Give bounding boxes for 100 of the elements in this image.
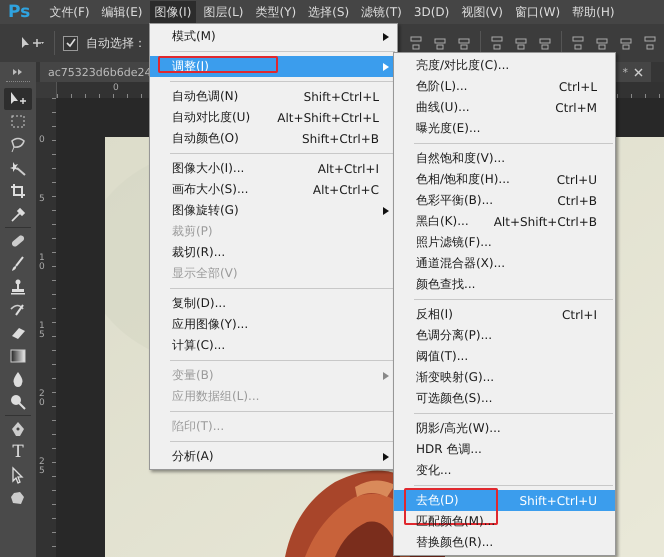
menu-label: 裁切(R)... — [172, 244, 226, 261]
menu-item[interactable]: 色调分离(P)... — [394, 325, 615, 346]
tool-button[interactable] — [4, 88, 32, 110]
app-logo: Ps — [7, 2, 32, 22]
checkbox[interactable] — [63, 36, 78, 50]
ruler-label: 10 — [39, 254, 46, 272]
menu-item[interactable]: 色阶(L)... Ctrl+L — [394, 76, 615, 97]
menu-label: 阴影/高光(W)... — [416, 420, 501, 437]
shortcut-text: Shift+Ctrl+L — [304, 90, 379, 104]
menu-bar-item[interactable]: 3D(D) — [408, 2, 454, 22]
menu-label: 画布大小(S)... — [172, 181, 248, 198]
menu-item[interactable]: 曲线(U)... Ctrl+M — [394, 97, 615, 118]
align-icon[interactable] — [642, 35, 658, 51]
menu-label: 图像大小(I)... — [172, 160, 244, 177]
gradient-icon — [8, 347, 28, 365]
menu-bar-item[interactable]: 滤镜(T) — [356, 0, 407, 24]
shortcut-text: Ctrl+I — [562, 308, 597, 322]
menu-bar-item[interactable]: 帮助(H) — [567, 0, 620, 24]
menu-bar-item[interactable]: 编辑(E) — [96, 0, 148, 24]
menu-label: 裁剪(P) — [172, 223, 213, 240]
menu-label: 曲线(U)... — [416, 99, 470, 116]
menu-label: 变量(B) — [172, 367, 214, 384]
menu-bar-item[interactable]: 文件(F) — [44, 0, 95, 24]
menu-item[interactable]: 图像大小(I)... Alt+Ctrl+I — [150, 158, 397, 179]
menu-item[interactable]: 亮度/对比度(C)... — [394, 55, 615, 76]
menu-label: 显示全部(V) — [172, 265, 238, 282]
menu-bar-item[interactable]: 图层(L) — [198, 0, 248, 24]
close-icon[interactable] — [634, 68, 643, 76]
menu-label: HDR 色调... — [416, 441, 482, 458]
menu-bar-item[interactable]: 窗口(W) — [510, 0, 566, 24]
menu-label: 自然饱和度(V)... — [416, 150, 506, 167]
move-tool-icon[interactable] — [20, 36, 46, 50]
shortcut-text: Alt+Shift+Ctrl+L — [277, 110, 379, 124]
align-icon[interactable] — [570, 35, 586, 51]
ruler-label: 5 — [39, 195, 46, 204]
menu-item[interactable]: 阈值(T)... — [394, 346, 615, 367]
menu-label: 黑白(K)... — [416, 213, 469, 230]
collapse-icon[interactable] — [12, 68, 24, 76]
shortcut-text: Alt+Ctrl+C — [312, 182, 379, 196]
ruler-label: 15 — [39, 322, 46, 340]
shortcut-text: Ctrl+U — [556, 172, 597, 186]
menu-bar-item[interactable]: 类型(Y) — [250, 0, 302, 24]
menu-label: 色阶(L)... — [416, 78, 468, 95]
tab-title: ac75323d6b6de24 — [48, 66, 152, 78]
menu-item[interactable]: 替换颜色(R)... — [394, 532, 615, 553]
menu-item[interactable]: 通道混合器(X)... — [394, 253, 615, 274]
menu-label: 分析(A) — [172, 448, 214, 465]
menu-item[interactable]: 曝光度(E)... — [394, 118, 615, 139]
shortcut-text: Ctrl+M — [555, 100, 597, 114]
shortcut-text: Ctrl+L — [558, 80, 597, 94]
menu-item[interactable]: 自然饱和度(V)... — [394, 148, 615, 169]
menu-label: 图像旋转(G) — [172, 202, 239, 219]
menu-label: 通道混合器(X)... — [416, 255, 506, 272]
menu-item[interactable]: 裁切(R)... — [150, 242, 397, 263]
align-icon[interactable] — [408, 35, 424, 51]
menu-item[interactable]: 阴影/高光(W)... — [394, 418, 615, 439]
menu-item[interactable]: 黑白(K)... Alt+Shift+Ctrl+B — [394, 211, 615, 232]
menu-label: 应用图像(Y)... — [172, 316, 248, 333]
menu-item[interactable]: 自动对比度(U) Alt+Shift+Ctrl+L — [150, 107, 397, 128]
menu-item[interactable]: 色彩平衡(B)... Ctrl+B — [394, 190, 615, 211]
tab-mark: * — [622, 66, 628, 78]
menu-bar-item[interactable]: 选择(S) — [303, 0, 354, 24]
lasso-icon — [8, 136, 28, 154]
menu-item[interactable]: 模式(M) — [150, 26, 397, 47]
menu-label: 自动色调(N) — [172, 88, 238, 105]
menu-label: 反相(I) — [416, 306, 453, 323]
menu-item[interactable]: 可选颜色(S)... — [394, 388, 615, 409]
menu-item[interactable]: 应用图像(Y)... — [150, 314, 397, 335]
tool-button[interactable]: T — [4, 441, 32, 463]
menu-item[interactable]: 分析(A) — [150, 446, 397, 467]
menu-label: 应用数据组(L)... — [172, 388, 260, 405]
menu-item[interactable]: 自动颜色(O) Shift+Ctrl+B — [150, 128, 397, 149]
crop-icon — [8, 182, 28, 200]
menu-item[interactable]: 计算(C)... — [150, 335, 397, 356]
ruler-label: 25 — [39, 458, 46, 476]
menu-item[interactable]: 图像旋转(G) — [150, 200, 397, 221]
menu-bar-item[interactable]: 视图(V) — [456, 0, 508, 24]
menu-item[interactable]: 照片滤镜(F)... — [394, 232, 615, 253]
menu-item[interactable]: 画布大小(S)... Alt+Ctrl+C — [150, 179, 397, 200]
menu-bar-item[interactable]: 图像(I) — [150, 0, 196, 24]
menu-item[interactable]: 变化... — [394, 460, 615, 481]
shortcut-text: Alt+Ctrl+I — [318, 162, 379, 176]
menu-label: 模式(M) — [172, 28, 216, 45]
menu-label: 阈值(T)... — [416, 348, 468, 365]
menu-label: 计算(C)... — [172, 337, 226, 354]
stamp-icon — [8, 278, 28, 296]
menu-label: 自动对比度(U) — [172, 109, 250, 126]
menu-item[interactable]: 颜色查找... — [394, 274, 615, 295]
menu-item[interactable]: 色相/饱和度(H)... Ctrl+U — [394, 169, 615, 190]
menu-label: 复制(D)... — [172, 295, 226, 312]
shortcut-text: Ctrl+B — [557, 194, 597, 208]
align-icon[interactable] — [489, 35, 505, 51]
menu-item[interactable]: 渐变映射(G)... — [394, 367, 615, 388]
menu-label: 照片滤镜(F)... — [416, 234, 492, 251]
menu-item[interactable]: 自动色调(N) Shift+Ctrl+L — [150, 86, 397, 107]
menu-item[interactable]: 反相(I) Ctrl+I — [394, 304, 615, 325]
menu-item[interactable]: HDR 色调... — [394, 439, 615, 460]
shortcut-text: Alt+Shift+Ctrl+B — [494, 214, 597, 228]
menu-item[interactable]: 复制(D)... — [150, 293, 397, 314]
menu-label: 可选颜色(S)... — [416, 390, 492, 407]
